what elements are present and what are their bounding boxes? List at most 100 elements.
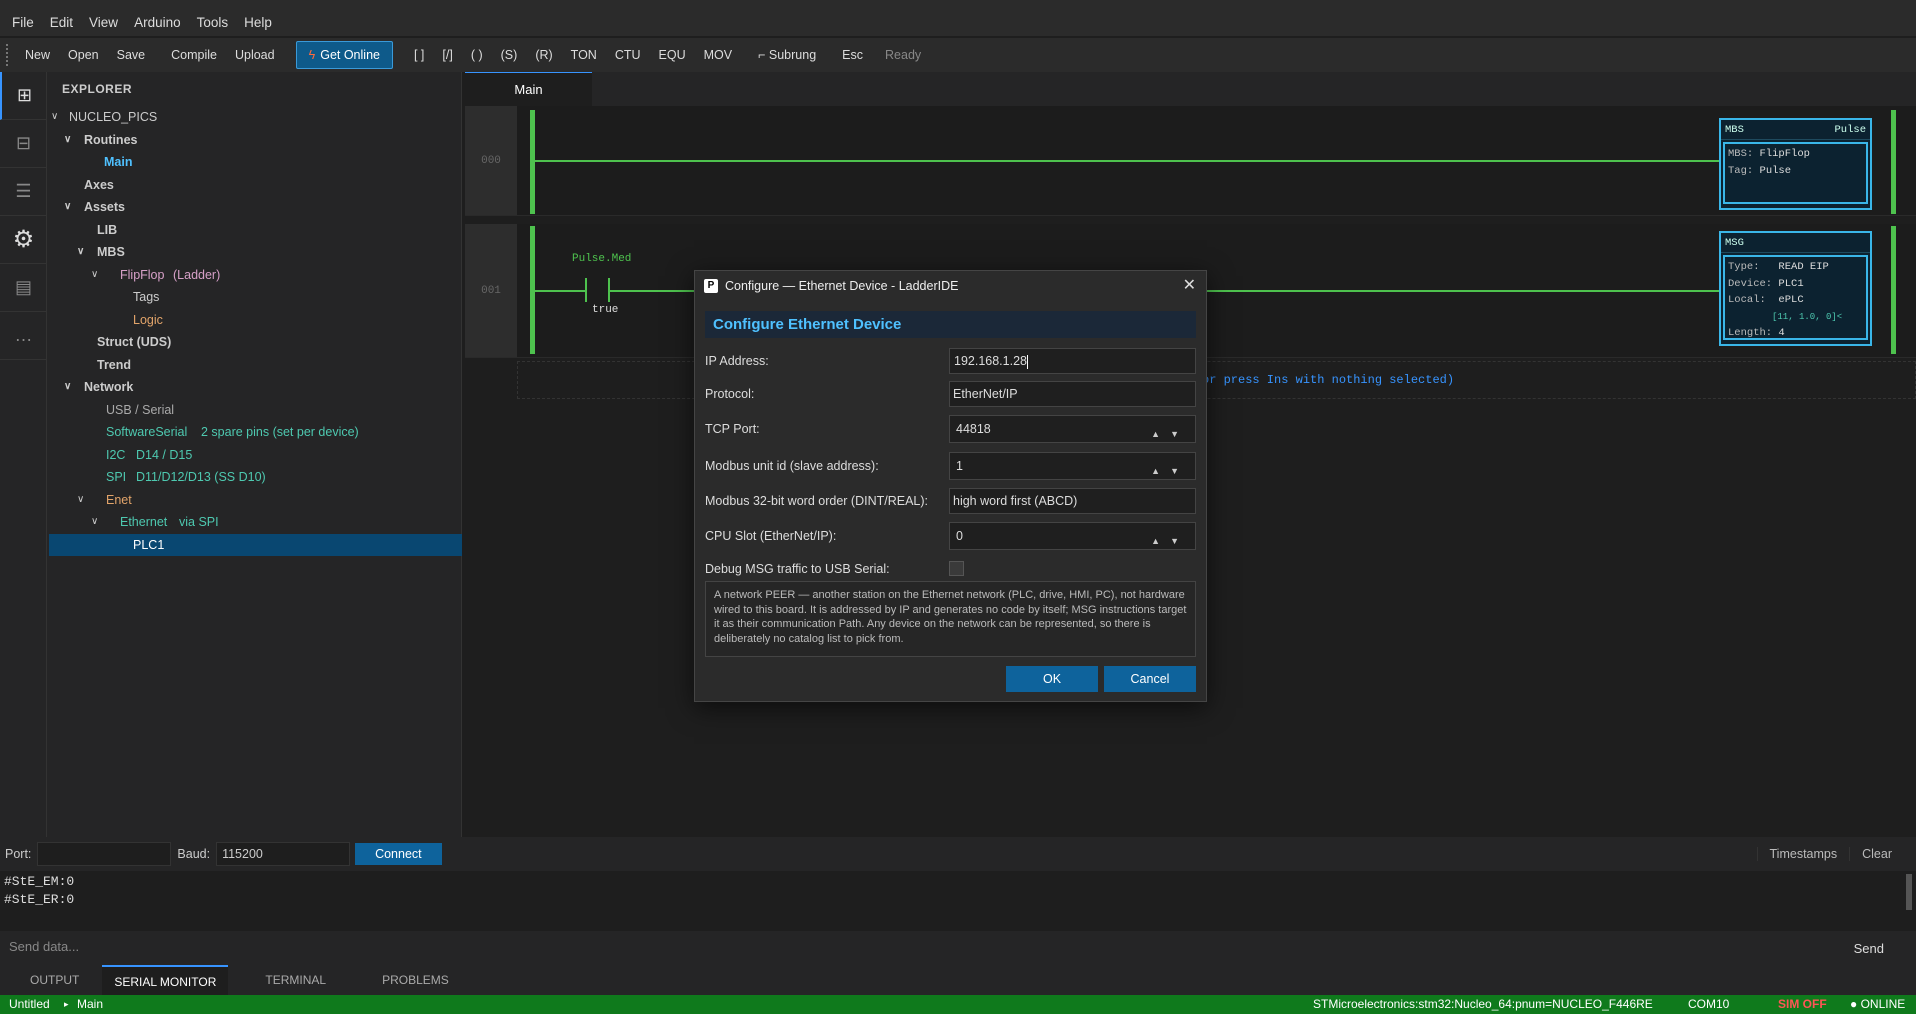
- equ-button[interactable]: EQU: [650, 48, 695, 62]
- ip-label: IP Address:: [705, 354, 769, 368]
- send-input[interactable]: Send data...: [4, 936, 1816, 960]
- tab-output[interactable]: OUTPUT: [0, 965, 94, 995]
- chevron-down-icon: ∨: [91, 268, 99, 280]
- tree-main[interactable]: Main: [47, 151, 461, 174]
- menu-edit[interactable]: Edit: [42, 15, 81, 30]
- rung-000[interactable]: 000 MBS Pulse MBS: FlipFlop Tag: Pulse: [465, 106, 1916, 216]
- upload-button[interactable]: Upload: [226, 48, 284, 62]
- status-port[interactable]: COM10: [1688, 995, 1729, 1014]
- tab-problems[interactable]: PROBLEMS: [367, 965, 464, 995]
- tab-terminal[interactable]: TERMINAL: [250, 965, 341, 995]
- status-sim[interactable]: SIM OFF: [1778, 995, 1827, 1014]
- mov-button[interactable]: MOV: [695, 48, 741, 62]
- tree-mbs[interactable]: ∨ MBS: [47, 241, 461, 264]
- msg-block[interactable]: MSG Type: READ EIP Device: PLC1 Local: e…: [1719, 231, 1872, 346]
- ton-button[interactable]: TON: [562, 48, 606, 62]
- cpu-slot-spinbox[interactable]: 0 ▲▼: [949, 522, 1196, 550]
- otu-button[interactable]: (R): [526, 48, 561, 62]
- port-label: Port:: [5, 847, 32, 861]
- protocol-select[interactable]: EtherNet/IP: [949, 381, 1196, 407]
- tab-serial-monitor[interactable]: SERIAL MONITOR: [102, 965, 229, 995]
- contact-state: true: [592, 304, 619, 316]
- tree-network[interactable]: ∨ Network: [47, 376, 461, 399]
- block-key: MBS:: [1728, 148, 1754, 160]
- word-order-select[interactable]: high word first (ABCD): [949, 488, 1196, 514]
- esc-button[interactable]: Esc: [833, 48, 872, 62]
- tree-softserial[interactable]: SoftwareSerial 2 spare pins (set per devi…: [47, 421, 461, 444]
- dialog-title: Configure — Ethernet Device - LadderIDE: [725, 279, 959, 293]
- port-select[interactable]: [37, 842, 172, 866]
- unit-id-spinbox[interactable]: 1 ▲▼: [949, 452, 1196, 480]
- ctu-button[interactable]: CTU: [606, 48, 650, 62]
- spinner-arrows-icon[interactable]: ▲▼: [1151, 528, 1189, 554]
- gear-icon[interactable]: ⚙: [0, 216, 47, 264]
- tree-usb-serial[interactable]: USB / Serial: [47, 399, 461, 422]
- slot-row: CPU Slot (EtherNet/IP): 0 ▲▼: [705, 522, 1196, 550]
- toolbar-grip[interactable]: [6, 44, 8, 66]
- tree-axes[interactable]: Axes: [47, 174, 461, 197]
- title-bar: [0, 0, 1916, 8]
- toolbar-status: Ready: [885, 48, 922, 62]
- menu-help[interactable]: Help: [236, 15, 280, 30]
- tree-routines[interactable]: ∨ Routines: [47, 129, 461, 152]
- menu-arduino[interactable]: Arduino: [126, 15, 189, 30]
- chevron-down-icon: ∨: [64, 201, 72, 212]
- send-button[interactable]: Send: [1854, 941, 1884, 956]
- explorer-icon[interactable]: ⊞: [0, 72, 47, 120]
- menu-file[interactable]: File: [4, 15, 42, 30]
- mbs-block[interactable]: MBS Pulse MBS: FlipFlop Tag: Pulse: [1719, 118, 1872, 210]
- list-icon[interactable]: ☰: [0, 168, 47, 216]
- chevron-down-icon: ∨: [64, 133, 72, 145]
- xio-button[interactable]: [/]: [433, 48, 461, 62]
- tree-ethernet[interactable]: ∨ Ethernet via SPI: [47, 511, 461, 534]
- project-tree: ∨ NUCLEO_PICS ∨ Routines Main Axes ∨ Assets…: [47, 106, 462, 556]
- menu-tools[interactable]: Tools: [189, 15, 237, 30]
- tree-enet[interactable]: ∨ Enet: [47, 489, 461, 512]
- more-icon[interactable]: …: [0, 312, 47, 360]
- tree-tags[interactable]: Tags: [47, 286, 461, 309]
- tree-trend[interactable]: Trend: [47, 354, 461, 377]
- chevron-down-icon: ∨: [77, 246, 85, 257]
- block-key: Local:: [1728, 294, 1766, 306]
- open-button[interactable]: Open: [59, 48, 108, 62]
- ip-address-input[interactable]: 192.168.1.28: [949, 348, 1196, 374]
- tree-i2c[interactable]: I2C D14 / D15: [47, 444, 461, 467]
- panel-icon[interactable]: ⊟: [0, 120, 47, 168]
- tcp-port-spinbox[interactable]: 44818 ▲▼: [949, 415, 1196, 443]
- tree-assets[interactable]: ∨ Assets: [47, 196, 461, 219]
- save-button[interactable]: Save: [108, 48, 155, 62]
- tree-spi[interactable]: SPI D11/D12/D13 (SS D10): [47, 466, 461, 489]
- close-icon[interactable]: ✕: [1183, 271, 1196, 301]
- ok-button[interactable]: OK: [1006, 666, 1098, 692]
- cancel-button[interactable]: Cancel: [1104, 666, 1196, 692]
- serial-output: #StE_EM:0 #StE_ER:0: [0, 871, 1916, 928]
- tree-logic[interactable]: Logic: [47, 309, 461, 332]
- xic-button[interactable]: [ ]: [405, 48, 433, 62]
- tree-lib[interactable]: LIB: [47, 219, 461, 242]
- tree-struct[interactable]: Struct (UDS): [47, 331, 461, 354]
- connect-button[interactable]: Connect: [355, 843, 442, 865]
- table-icon[interactable]: ▤: [0, 264, 47, 312]
- serial-scrollbar[interactable]: [1906, 874, 1912, 910]
- compile-button[interactable]: Compile: [162, 48, 226, 62]
- new-button[interactable]: New: [16, 48, 59, 62]
- spinner-arrows-icon[interactable]: ▲▼: [1151, 458, 1189, 484]
- tab-main[interactable]: Main: [465, 72, 592, 106]
- debug-checkbox[interactable]: [949, 561, 964, 576]
- status-file: Untitled: [9, 997, 50, 1011]
- tree-plc1[interactable]: PLC1: [49, 533, 462, 556]
- get-online-button[interactable]: ϟ Get Online: [295, 41, 393, 69]
- tree-flipflop[interactable]: ∨ FlipFlop (Ladder): [47, 264, 461, 287]
- clear-button[interactable]: Clear: [1849, 847, 1916, 861]
- menu-view[interactable]: View: [81, 15, 126, 30]
- tree-project[interactable]: ∨ NUCLEO_PICS: [47, 106, 461, 129]
- otl-button[interactable]: (S): [492, 48, 527, 62]
- spinner-arrows-icon[interactable]: ▲▼: [1151, 421, 1189, 447]
- baud-select[interactable]: 115200: [216, 842, 351, 866]
- timestamps-toggle[interactable]: Timestamps: [1756, 847, 1850, 861]
- left-rail: [530, 110, 535, 214]
- subrung-button[interactable]: ⌐ Subrung: [749, 48, 825, 62]
- status-board[interactable]: STMicroelectronics:stm32:Nucleo_64:pnum=…: [1313, 995, 1653, 1014]
- chevron-down-icon: ∨: [77, 493, 85, 505]
- ote-button[interactable]: ( ): [462, 48, 492, 62]
